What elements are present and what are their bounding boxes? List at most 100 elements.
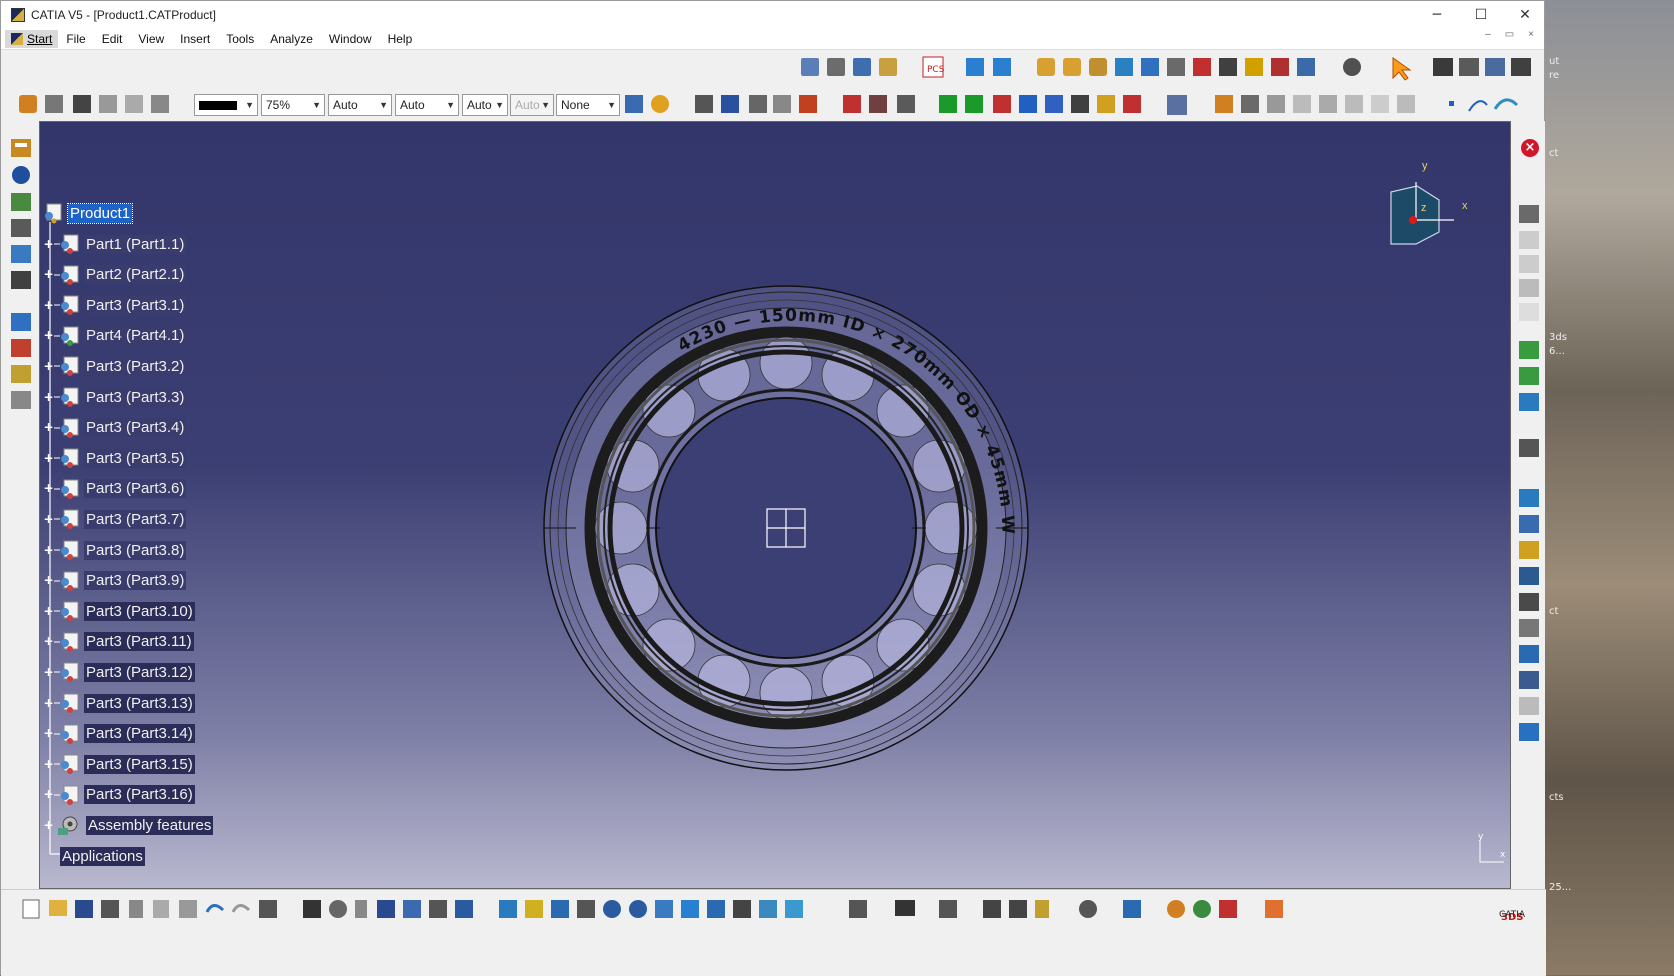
product-icon bbox=[11, 193, 31, 211]
menu-analyze[interactable]: Analyze bbox=[262, 32, 321, 46]
minimize-button[interactable]: ─ bbox=[1415, 1, 1459, 29]
compass-widget[interactable] bbox=[1380, 162, 1480, 262]
expand-icon[interactable]: + bbox=[43, 605, 54, 617]
view-tools-icons[interactable] bbox=[1433, 58, 1531, 76]
expand-icon[interactable]: + bbox=[43, 819, 54, 831]
menu-view[interactable]: View bbox=[130, 32, 172, 46]
point-type-select[interactable]: Auto ▼ bbox=[462, 94, 508, 116]
bearing-model[interactable]: 4230 — 150mm ID × 270mm OD × 45mm W bbox=[40, 122, 1511, 889]
painter-icons bbox=[625, 95, 669, 113]
menu-start[interactable]: Start bbox=[5, 30, 59, 48]
menu-file[interactable]: File bbox=[58, 32, 93, 46]
linetype-select[interactable]: Auto ▼ bbox=[395, 94, 459, 116]
tree-part-label: Part3 (Part3.11) bbox=[84, 632, 194, 652]
tree-part-node[interactable]: + Part3 (Part3.6) bbox=[43, 478, 187, 500]
part-instance-icon bbox=[54, 662, 79, 683]
part-instance-icon bbox=[54, 234, 79, 254]
tree-part-node[interactable]: + Part3 (Part3.5) bbox=[43, 447, 187, 469]
mdi-minimize-button[interactable]: – bbox=[1485, 29, 1491, 40]
multi-instantiate-icon bbox=[11, 313, 31, 331]
tree-part-node[interactable]: + Part4 (Part4.1) bbox=[43, 325, 187, 347]
layer-disabled-select: Auto ▼ bbox=[510, 94, 554, 116]
expand-icon[interactable]: + bbox=[43, 788, 54, 800]
tree-part-label: Part3 (Part3.12) bbox=[84, 662, 195, 682]
tree-part-node[interactable]: + Part3 (Part3.1) bbox=[43, 294, 187, 316]
tree-part-node[interactable]: + Part3 (Part3.15) bbox=[43, 753, 195, 775]
tree-part-node[interactable]: + Part3 (Part3.3) bbox=[43, 386, 187, 408]
tree-part-node[interactable]: + Part1 (Part1.1) bbox=[43, 233, 187, 255]
tree-part-node[interactable]: + Part3 (Part3.2) bbox=[43, 355, 187, 377]
tree-applications[interactable]: Applications bbox=[60, 845, 145, 867]
expand-icon[interactable]: + bbox=[43, 299, 54, 311]
3d-viewport[interactable]: 4230 — 150mm ID × 270mm OD × 45mm W 4230… bbox=[39, 121, 1511, 889]
desktop-label: re bbox=[1549, 70, 1560, 81]
menu-help[interactable]: Help bbox=[380, 32, 421, 46]
toolbar-row-2-left-icons[interactable] bbox=[1, 87, 191, 121]
expand-icon[interactable]: + bbox=[43, 421, 54, 433]
view-manipulation-icons bbox=[499, 900, 803, 918]
expand-icon[interactable]: + bbox=[43, 482, 54, 494]
mdi-controls: – ▭ × bbox=[1485, 29, 1534, 40]
menu-bar: Start File Edit View Insert Tools Analyz… bbox=[1, 29, 1544, 49]
tree-root-label[interactable]: Product1 bbox=[66, 202, 134, 224]
expand-icon[interactable]: + bbox=[43, 727, 54, 739]
expand-icon[interactable]: + bbox=[43, 238, 54, 250]
tree-part-node[interactable]: + Part3 (Part3.9) bbox=[43, 570, 187, 592]
part-instance-icon bbox=[54, 326, 79, 346]
toolbar-row-2-right-icons[interactable] bbox=[621, 87, 1541, 121]
tree-part-node[interactable]: + Part3 (Part3.8) bbox=[43, 539, 187, 561]
select-arrow-icon[interactable] bbox=[1392, 57, 1412, 81]
tree-part-label: Part3 (Part3.15) bbox=[84, 754, 195, 774]
right-toolbar-icons[interactable] bbox=[1511, 191, 1545, 831]
expand-icon[interactable]: + bbox=[43, 697, 54, 709]
menu-edit[interactable]: Edit bbox=[94, 32, 131, 46]
tree-part-node[interactable]: + Part3 (Part3.10) bbox=[43, 600, 195, 622]
close-button[interactable]: ✕ bbox=[1503, 1, 1547, 29]
close-red-icon[interactable]: × bbox=[1521, 139, 1539, 157]
assembly-tools-icons[interactable] bbox=[1037, 58, 1361, 76]
product-structure-tools-icons[interactable] bbox=[801, 58, 897, 76]
mdi-restore-button[interactable]: ▭ bbox=[1505, 29, 1514, 40]
tree-part-label: Part3 (Part3.9) bbox=[84, 571, 187, 591]
expand-icon[interactable]: + bbox=[43, 268, 54, 280]
part-instance-icon bbox=[54, 540, 79, 560]
catalog-icons[interactable] bbox=[966, 58, 1011, 76]
transparency-select[interactable]: 75% ▼ bbox=[261, 94, 325, 116]
move-icons bbox=[939, 95, 1141, 113]
menu-tools[interactable]: Tools bbox=[218, 32, 262, 46]
tree-part-node[interactable]: + Part3 (Part3.11) bbox=[43, 631, 194, 653]
part-instance-icon bbox=[54, 479, 79, 499]
constraint-icons bbox=[843, 95, 915, 113]
expand-icon[interactable]: + bbox=[43, 513, 54, 525]
mdi-close-button[interactable]: × bbox=[1528, 29, 1534, 40]
expand-icon[interactable]: + bbox=[43, 329, 54, 341]
left-toolbar-icons[interactable] bbox=[1, 131, 39, 431]
expand-icon[interactable]: + bbox=[43, 391, 54, 403]
tree-part-node[interactable]: + Part3 (Part3.12) bbox=[43, 661, 195, 683]
expand-icon[interactable]: + bbox=[43, 574, 54, 586]
expand-icon[interactable]: + bbox=[43, 635, 54, 647]
tree-part-node[interactable]: + Part2 (Part2.1) bbox=[43, 264, 187, 286]
menu-insert[interactable]: Insert bbox=[172, 32, 218, 46]
structure-icon bbox=[11, 271, 31, 289]
tree-part-label: Part3 (Part3.7) bbox=[84, 509, 187, 529]
tree-part-node[interactable]: + Part3 (Part3.7) bbox=[43, 508, 187, 530]
expand-icon[interactable]: + bbox=[43, 452, 54, 464]
tree-part-node[interactable]: + Part3 (Part3.16) bbox=[43, 784, 195, 806]
tree-assembly-features[interactable]: + Assembly features bbox=[43, 814, 214, 836]
bottom-toolbar-icons[interactable]: 3DS bbox=[1, 894, 1546, 924]
expand-icon[interactable]: + bbox=[43, 544, 54, 556]
maximize-button[interactable]: ☐ bbox=[1459, 1, 1503, 29]
tree-root-node[interactable]: Product1 bbox=[42, 202, 134, 224]
thickness-select[interactable]: Auto ▼ bbox=[328, 94, 392, 116]
tree-part-node[interactable]: + Part3 (Part3.4) bbox=[43, 417, 187, 439]
expand-icon[interactable]: + bbox=[43, 758, 54, 770]
line-color-select[interactable]: ▼ bbox=[194, 94, 258, 116]
title-bar[interactable]: CATIA V5 - [Product1.CATProduct] ─ ☐ ✕ bbox=[1, 1, 1544, 29]
tree-part-node[interactable]: + Part3 (Part3.14) bbox=[43, 723, 195, 745]
expand-icon[interactable]: + bbox=[43, 360, 54, 372]
tree-part-node[interactable]: + Part3 (Part3.13) bbox=[43, 692, 195, 714]
menu-window[interactable]: Window bbox=[321, 32, 380, 46]
layer-select[interactable]: None ▼ bbox=[556, 94, 620, 116]
expand-icon[interactable]: + bbox=[43, 666, 54, 678]
